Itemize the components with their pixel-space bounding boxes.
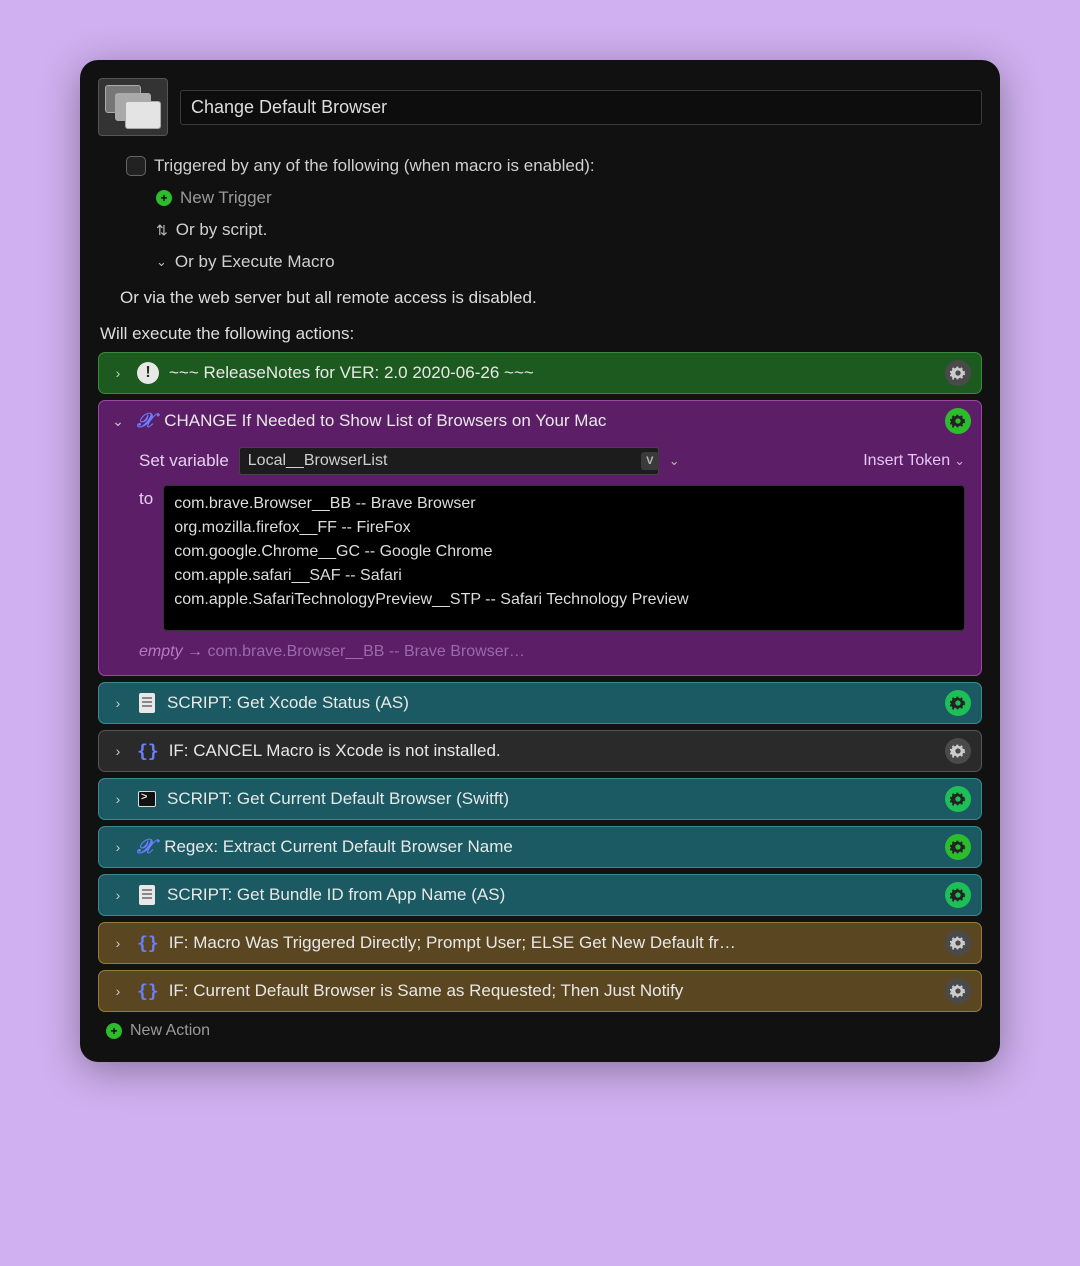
trigger-heading: Triggered by any of the following (when … [154,156,595,176]
to-label: to [139,485,153,509]
disclosure-chevron-icon[interactable]: ⌄ [109,413,127,430]
remote-access-note: Or via the web server but all remote acc… [98,282,982,314]
action-title: Regex: Extract Current Default Browser N… [164,837,935,857]
disclosure-chevron-icon[interactable]: › [109,935,127,951]
action-header[interactable]: › SCRIPT: Get Bundle ID from App Name (AS… [99,875,981,915]
action-title: IF: Current Default Browser is Same as R… [169,981,935,1001]
plus-icon: + [106,1023,122,1039]
will-execute-label: Will execute the following actions: [98,314,982,352]
new-action-label: New Action [130,1022,210,1040]
action-header[interactable]: ›! ~~~ ReleaseNotes for VER: 2.0 2020-06-… [99,353,981,393]
empty-preview: empty → com.brave.Browser__BB -- Brave B… [139,631,965,661]
gear-icon[interactable] [945,834,971,860]
braces-icon: {} [137,981,159,1002]
gear-icon[interactable] [945,690,971,716]
gear-icon[interactable] [945,360,971,386]
document-icon [137,885,157,905]
trigger-enable-checkbox[interactable] [126,156,146,176]
action-title: IF: CANCEL Macro is Xcode is not install… [169,741,935,761]
variable-icon: 𝒳 [137,410,154,433]
variable-name-input[interactable] [239,447,659,475]
or-by-execute-row[interactable]: ⌄ Or by Execute Macro [120,246,982,278]
alert-icon: ! [137,362,159,384]
disclosure-chevron-icon[interactable]: › [109,695,127,711]
action-regex-extract[interactable]: › 𝒳 Regex: Extract Current Default Browser… [98,826,982,868]
chevron-down-icon[interactable]: ⌄ [669,453,680,469]
gear-icon[interactable] [945,978,971,1004]
disclosure-chevron-icon[interactable]: › [109,791,127,807]
set-variable-row: Set variableV⌄Insert Token ⌄ [139,447,965,475]
action-header[interactable]: › SCRIPT: Get Xcode Status (AS) [99,683,981,723]
new-action-button[interactable]: + New Action [98,1012,982,1040]
or-by-script-row[interactable]: ⇅ Or by script. [120,214,982,246]
gear-icon[interactable] [945,738,971,764]
macro-title-input[interactable] [180,90,982,125]
macro-editor-window: Triggered by any of the following (when … [80,60,1000,1062]
action-if-triggered[interactable]: › {} IF: Macro Was Triggered Directly; Pro… [98,922,982,964]
plus-icon: + [156,190,172,206]
set-variable-label: Set variable [139,451,229,471]
action-title: SCRIPT: Get Xcode Status (AS) [167,693,935,713]
actions-list: ›! ~~~ ReleaseNotes for VER: 2.0 2020-06-… [98,352,982,1012]
action-header[interactable]: › {} IF: Current Default Browser is Same a… [99,971,981,1011]
or-by-script-label: Or by script. [176,220,268,240]
insert-token-button[interactable]: Insert Token ⌄ [863,452,965,470]
macro-icon[interactable] [98,78,168,136]
variable-badge-icon: V [641,452,659,470]
action-if-cancel[interactable]: › {} IF: CANCEL Macro is Xcode is not inst… [98,730,982,772]
action-title: SCRIPT: Get Bundle ID from App Name (AS) [167,885,935,905]
action-script-current-default[interactable]: › SCRIPT: Get Current Default Browser (Sw… [98,778,982,820]
action-change-var[interactable]: ⌄ 𝒳 CHANGE If Needed to Show List of Brows… [98,400,982,676]
variable-icon: 𝒳 [137,836,154,859]
trigger-section: Triggered by any of the following (when … [98,144,982,282]
disclosure-chevron-icon[interactable]: › [109,887,127,903]
to-row: to com.brave.Browser__BB -- Brave Browser… [139,485,965,631]
braces-icon: {} [137,741,159,762]
gear-icon[interactable] [945,786,971,812]
gear-icon[interactable] [945,882,971,908]
action-header[interactable]: › {} IF: CANCEL Macro is Xcode is not inst… [99,731,981,771]
action-header[interactable]: › {} IF: Macro Was Triggered Directly; Pro… [99,923,981,963]
action-title: CHANGE If Needed to Show List of Browser… [164,411,935,431]
action-title: IF: Macro Was Triggered Directly; Prompt… [169,933,935,953]
chevron-down-icon: ⌄ [954,453,965,469]
action-body: Set variableV⌄Insert Token ⌄tocom.brave.… [99,441,981,675]
action-script-xcode[interactable]: › SCRIPT: Get Xcode Status (AS) [98,682,982,724]
new-trigger-button[interactable]: + New Trigger [120,182,982,214]
macro-header [98,78,982,136]
gear-icon[interactable] [945,930,971,956]
disclosure-chevron-icon[interactable]: › [109,839,127,855]
action-header[interactable]: ⌄ 𝒳 CHANGE If Needed to Show List of Brows… [99,401,981,441]
disclosure-chevron-icon[interactable]: › [109,983,127,999]
disclosure-chevron-icon[interactable]: › [109,365,127,381]
updown-icon: ⇅ [156,222,168,239]
terminal-icon [137,789,157,809]
braces-icon: {} [137,933,159,954]
disclosure-chevron-icon[interactable]: › [109,743,127,759]
action-if-same[interactable]: › {} IF: Current Default Browser is Same a… [98,970,982,1012]
new-trigger-label: New Trigger [180,188,272,208]
gear-icon[interactable] [945,408,971,434]
action-header[interactable]: › SCRIPT: Get Current Default Browser (Sw… [99,779,981,819]
action-script-bundle-id[interactable]: › SCRIPT: Get Bundle ID from App Name (AS… [98,874,982,916]
action-release-notes[interactable]: ›! ~~~ ReleaseNotes for VER: 2.0 2020-06-… [98,352,982,394]
action-title: SCRIPT: Get Current Default Browser (Swi… [167,789,935,809]
variable-value-textarea[interactable]: com.brave.Browser__BB -- Brave Browser o… [163,485,965,631]
action-title: ~~~ ReleaseNotes for VER: 2.0 2020-06-26… [169,363,935,383]
trigger-heading-row: Triggered by any of the following (when … [120,150,982,182]
document-icon [137,693,157,713]
action-header[interactable]: › 𝒳 Regex: Extract Current Default Browser… [99,827,981,867]
or-by-execute-label: Or by Execute Macro [175,252,335,272]
chevron-down-icon: ⌄ [156,254,167,270]
